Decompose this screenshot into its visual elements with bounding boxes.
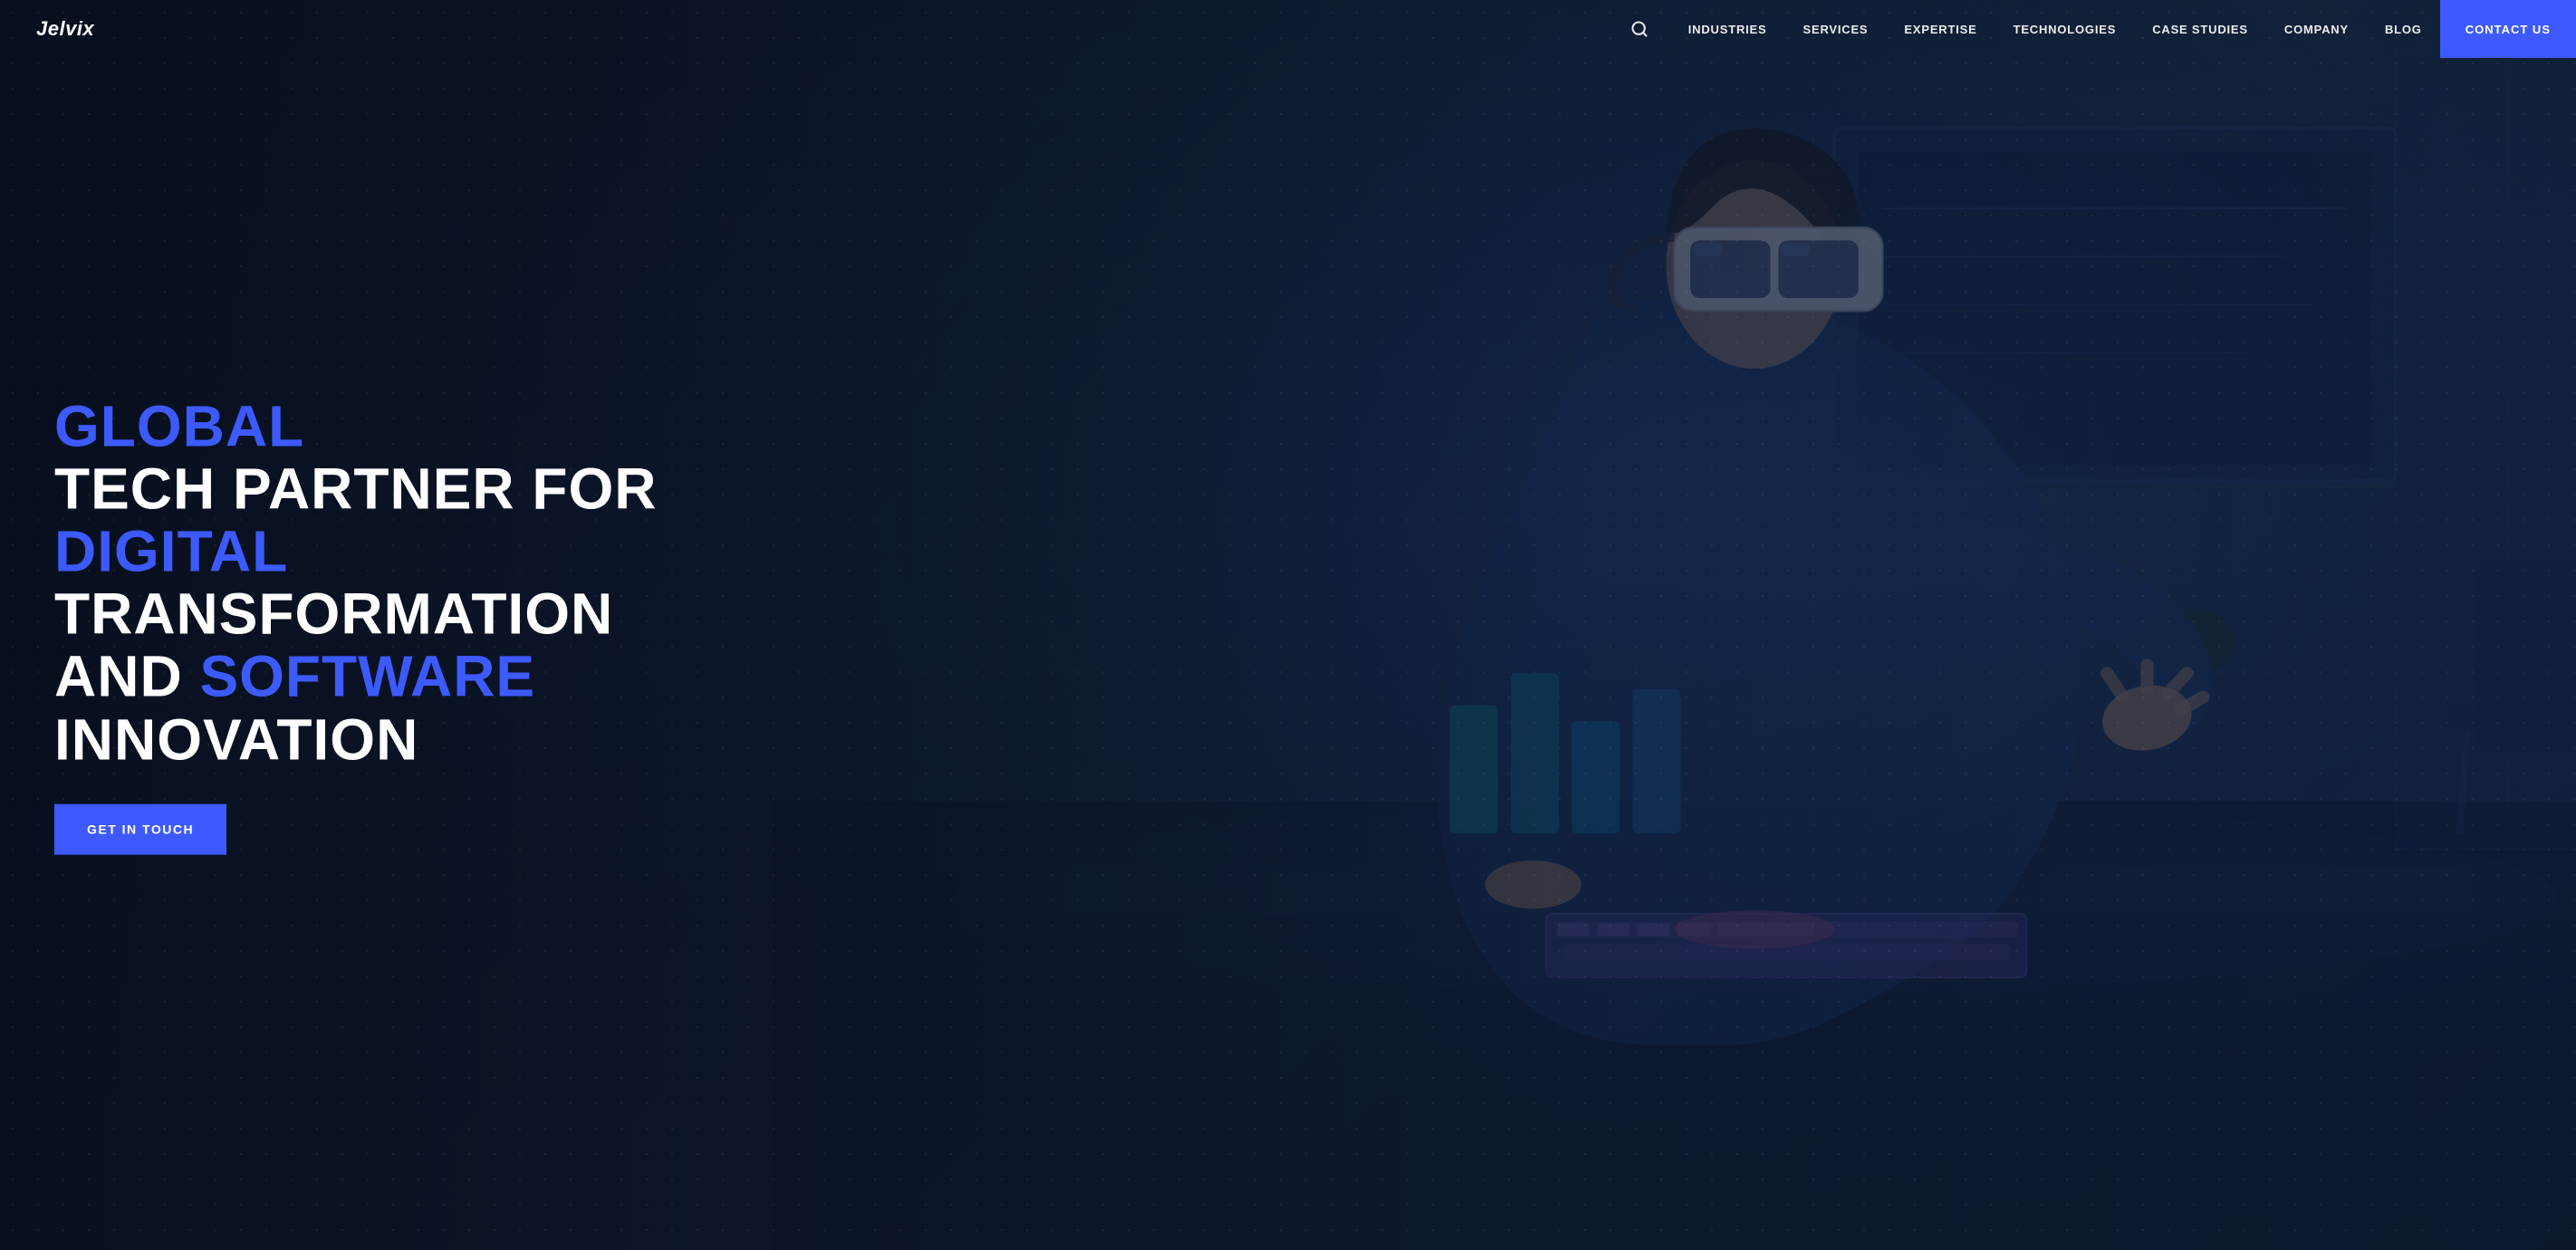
hero-section: Jelvix INDUSTRIES SERVICES EXPERTISE TEC… [0,0,2576,1250]
logo[interactable]: Jelvix [36,17,94,41]
nav-item-technologies[interactable]: TECHNOLOGIES [1995,0,2135,58]
nav-item-company[interactable]: COMPANY [2266,0,2367,58]
navbar: Jelvix INDUSTRIES SERVICES EXPERTISE TEC… [0,0,2576,58]
navbar-nav: INDUSTRIES SERVICES EXPERTISE TECHNOLOGI… [1630,0,2576,58]
hero-title-line3: DIGITAL TRANSFORMATION [54,521,688,646]
hero-title: GLOBAL TECH PARTNER FOR DIGITAL TRANSFOR… [54,396,688,772]
hero-title-line4: AND SOFTWARE INNOVATION [54,646,688,771]
search-icon[interactable] [1630,20,1648,38]
nav-item-expertise[interactable]: EXPERTISE [1886,0,1994,58]
hero-content: GLOBAL TECH PARTNER FOR DIGITAL TRANSFOR… [54,396,688,855]
nav-item-blog[interactable]: BLOG [2367,0,2440,58]
nav-contact-button[interactable]: CONTACT US [2440,0,2576,58]
nav-item-services[interactable]: SERVICES [1785,0,1887,58]
hero-title-line2: TECH PARTNER FOR [54,458,688,521]
hero-title-line1: GLOBAL [54,396,688,458]
nav-item-industries[interactable]: INDUSTRIES [1670,0,1785,58]
get-in-touch-button[interactable]: GET IN TOUCH [54,803,226,854]
nav-item-case-studies[interactable]: CASE STUDIES [2134,0,2266,58]
